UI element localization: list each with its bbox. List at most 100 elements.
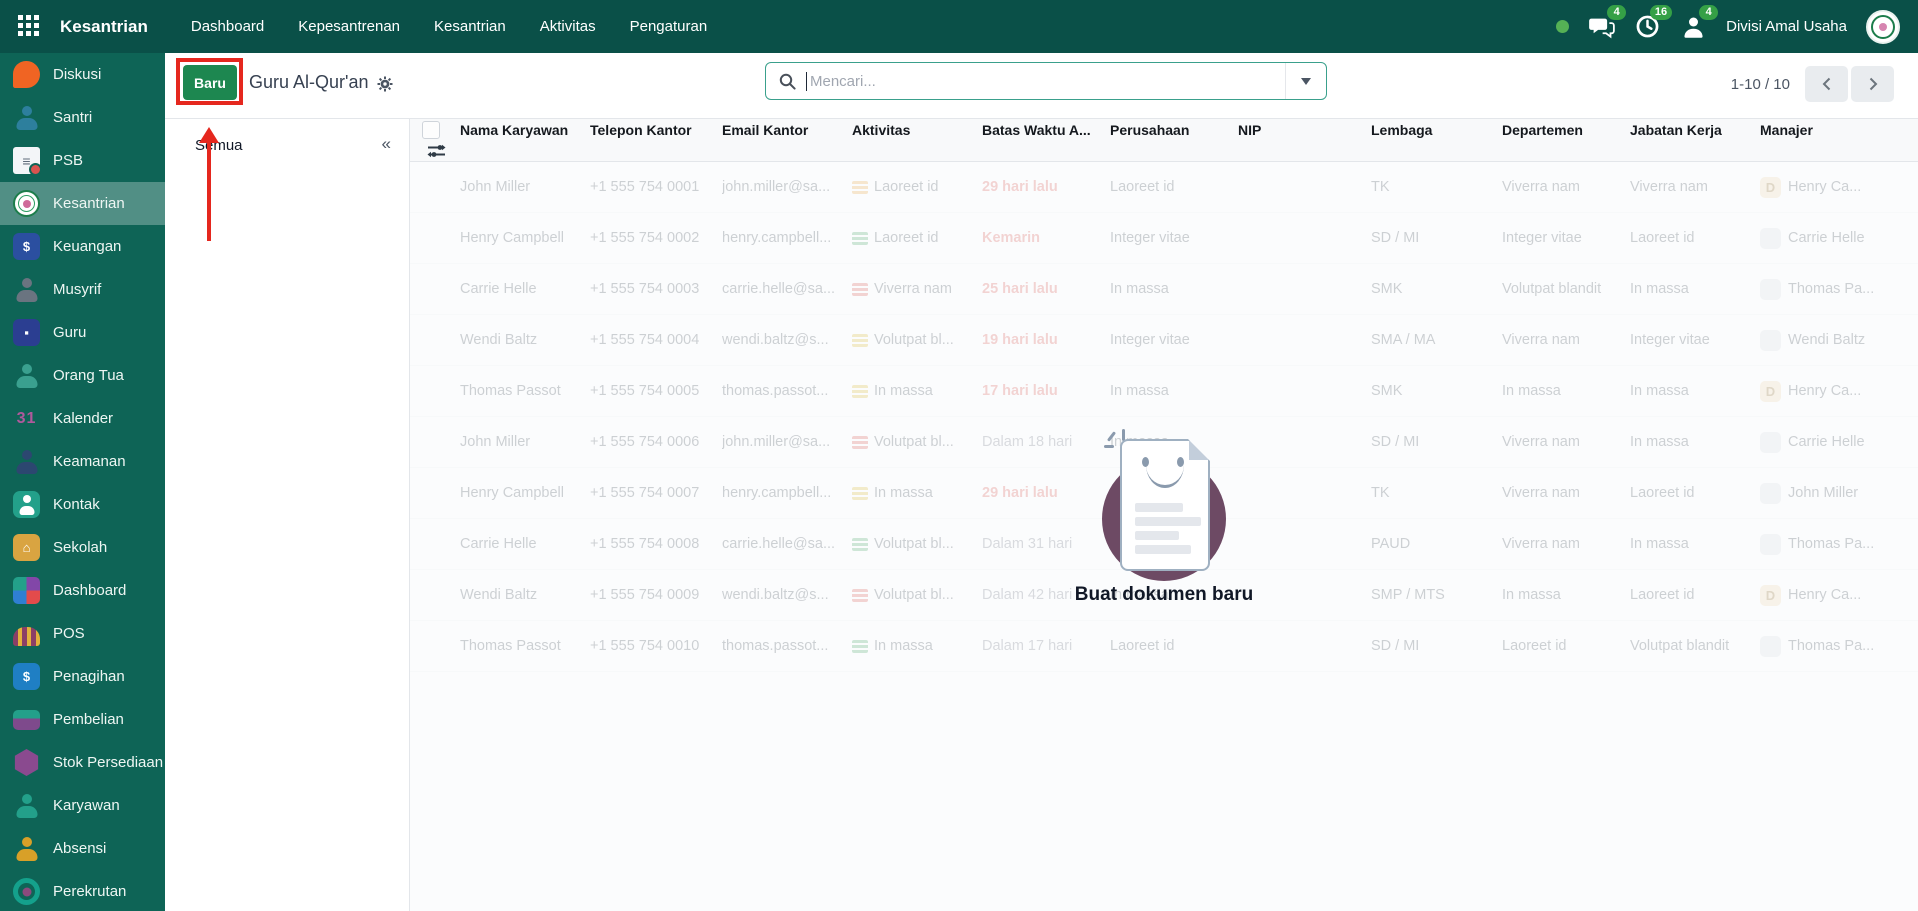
- cell-activity: Laoreet id: [852, 179, 982, 195]
- search-dropdown-toggle[interactable]: [1285, 63, 1326, 99]
- smile-glyph: [1146, 465, 1184, 488]
- table-row[interactable]: Thomas Passot+1 555 754 0005thomas.passo…: [410, 366, 1918, 417]
- manager-avatar: D: [1760, 177, 1781, 198]
- sidebar-item-pembelian[interactable]: Pembelian: [0, 698, 165, 741]
- cell-departemen: In massa: [1502, 587, 1630, 603]
- control-panel: Baru Guru Al-Qur'an Mencari... 1-10 / 10: [165, 53, 1918, 119]
- column-header-lembaga[interactable]: Lembaga: [1371, 122, 1502, 138]
- sidebar-item-pos[interactable]: POS: [0, 612, 165, 655]
- sidebar-item-diskusi[interactable]: Diskusi: [0, 53, 165, 96]
- sidebar-item-label: PSB: [53, 152, 83, 169]
- column-header-aktivitas[interactable]: Aktivitas: [852, 122, 982, 138]
- page-fold: [1188, 439, 1210, 461]
- sidebar-item-absensi[interactable]: Absensi: [0, 827, 165, 870]
- search-bar[interactable]: Mencari...: [765, 62, 1327, 100]
- column-header-manajer[interactable]: Manajer: [1760, 122, 1918, 138]
- cell-email: henry.campbell...: [722, 485, 852, 501]
- table-row[interactable]: Thomas Passot+1 555 754 0010thomas.passo…: [410, 621, 1918, 672]
- cell-name: Thomas Passot: [460, 638, 590, 654]
- column-header-telepon-kantor[interactable]: Telepon Kantor: [590, 122, 722, 138]
- cell-activity: Volutpat bl...: [852, 434, 982, 450]
- sidebar-item-karyawan[interactable]: Karyawan: [0, 784, 165, 827]
- optional-columns-cell: [410, 143, 460, 159]
- sidebar-item-label: Diskusi: [53, 66, 101, 83]
- recruitment-icon: [13, 878, 40, 905]
- app-title[interactable]: Kesantrian: [60, 17, 148, 37]
- cell-jabatan: Laoreet id: [1630, 230, 1760, 246]
- pos-awning-icon: [13, 627, 40, 646]
- invoicing-dollar-icon: $: [13, 663, 40, 690]
- pager-next-button[interactable]: [1851, 66, 1894, 102]
- activities-badge: 16: [1650, 5, 1672, 20]
- column-header-email-kantor[interactable]: Email Kantor: [722, 122, 852, 138]
- sidebar-item-keuangan[interactable]: $Keuangan: [0, 225, 165, 268]
- chat-bubble-icon: [13, 61, 40, 88]
- nav-item-aktivitas[interactable]: Aktivitas: [523, 0, 613, 53]
- column-header-nip[interactable]: NIP: [1238, 122, 1371, 138]
- sidebar-item-kalender[interactable]: 31Kalender: [0, 397, 165, 440]
- user-avatar[interactable]: [1866, 10, 1900, 44]
- collapse-panel-icon[interactable]: «: [382, 134, 391, 154]
- sidebar-item-guru[interactable]: ▪Guru: [0, 311, 165, 354]
- table-row[interactable]: Carrie Helle+1 555 754 0003carrie.helle@…: [410, 264, 1918, 315]
- messages-icon[interactable]: 4: [1588, 13, 1615, 40]
- chevron-right-icon: [1866, 76, 1880, 92]
- dashboard-tiles-icon: [13, 577, 40, 604]
- cell-name: Henry Campbell: [460, 230, 590, 246]
- cell-lembaga: TK: [1371, 179, 1502, 195]
- nav-item-pengaturan[interactable]: Pengaturan: [613, 0, 725, 53]
- column-header-departemen[interactable]: Departemen: [1502, 122, 1630, 138]
- manager-avatar: [1760, 636, 1781, 657]
- column-header-batas-waktu-a[interactable]: Batas Waktu A...: [982, 122, 1110, 138]
- column-header-perusahaan[interactable]: Perusahaan: [1110, 122, 1238, 138]
- pager-range: 1-10 / 10: [1731, 76, 1790, 93]
- pager-previous-button[interactable]: [1805, 66, 1848, 102]
- cell-lembaga: PAUD: [1371, 536, 1502, 552]
- security-officer-icon: [13, 448, 40, 475]
- sidebar-item-kesantrian[interactable]: Kesantrian: [0, 182, 165, 225]
- sidebar-item-dashboard[interactable]: Dashboard: [0, 569, 165, 612]
- pager: 1-10 / 10: [1731, 66, 1894, 102]
- sidebar-item-keamanan[interactable]: Keamanan: [0, 440, 165, 483]
- cell-activity: Volutpat bl...: [852, 587, 982, 603]
- nav-item-dashboard[interactable]: Dashboard: [174, 0, 281, 53]
- user-menu[interactable]: Divisi Amal Usaha: [1726, 18, 1847, 35]
- nav-item-kesantrian[interactable]: Kesantrian: [417, 0, 523, 53]
- cell-name: John Miller: [460, 179, 590, 195]
- cell-phone: +1 555 754 0003: [590, 281, 722, 297]
- apps-menu-icon[interactable]: [16, 13, 44, 41]
- page-title: Guru Al-Qur'an: [249, 72, 369, 93]
- sidebar-item-sekolah[interactable]: ⌂Sekolah: [0, 526, 165, 569]
- activity-list-icon: [852, 589, 868, 602]
- column-header-jabatan-kerja[interactable]: Jabatan Kerja: [1630, 122, 1760, 138]
- cell-company: Laoreet id: [1110, 179, 1238, 195]
- column-header-nama-karyawan[interactable]: Nama Karyawan: [460, 122, 590, 138]
- requests-icon[interactable]: 4: [1680, 13, 1707, 40]
- sidebar-item-penagihan[interactable]: $Penagihan: [0, 655, 165, 698]
- sidebar-item-perekrutan[interactable]: Perekrutan: [0, 870, 165, 911]
- online-status-dot: [1556, 20, 1569, 33]
- cell-manager: Carrie Helle: [1760, 432, 1918, 453]
- inventory-box-icon: [13, 749, 40, 776]
- sidebar-item-musyrif[interactable]: Musyrif: [0, 268, 165, 311]
- sidebar-item-stok-persediaan[interactable]: Stok Persediaan: [0, 741, 165, 784]
- table-row[interactable]: Henry Campbell+1 555 754 0002henry.campb…: [410, 213, 1918, 264]
- sidebar-item-orang-tua[interactable]: Orang Tua: [0, 354, 165, 397]
- view-settings-gear-icon[interactable]: [377, 76, 393, 92]
- activities-clock-icon[interactable]: 16: [1634, 13, 1661, 40]
- cell-phone: +1 555 754 0007: [590, 485, 722, 501]
- sidebar-item-santri[interactable]: Santri: [0, 96, 165, 139]
- table-row[interactable]: Wendi Baltz+1 555 754 0004wendi.baltz@s.…: [410, 315, 1918, 366]
- sidebar-item-psb[interactable]: ≡PSB: [0, 139, 165, 182]
- cell-name: Wendi Baltz: [460, 587, 590, 603]
- cell-manager: DHenry Ca...: [1760, 381, 1918, 402]
- sidebar-item-kontak[interactable]: Kontak: [0, 483, 165, 526]
- nav-item-kepesantrenan[interactable]: Kepesantrenan: [281, 0, 417, 53]
- optional-columns-icon[interactable]: [427, 143, 446, 159]
- cell-jabatan: Volutpat blandit: [1630, 638, 1760, 654]
- select-all-checkbox[interactable]: [422, 121, 440, 139]
- new-button[interactable]: Baru: [183, 65, 237, 100]
- table-row[interactable]: John Miller+1 555 754 0001john.miller@sa…: [410, 162, 1918, 213]
- cell-manager: DHenry Ca...: [1760, 585, 1918, 606]
- search-input[interactable]: Mencari...: [810, 73, 876, 90]
